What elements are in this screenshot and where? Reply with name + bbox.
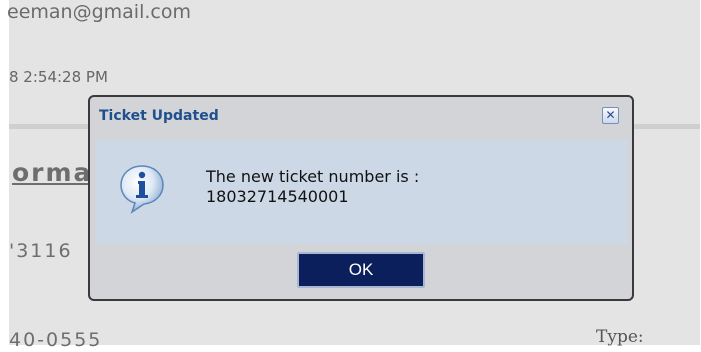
ticket-updated-dialog: Ticket Updated ✕ The new ticket number i… bbox=[88, 95, 634, 301]
contact-email: eeman@gmail.com bbox=[7, 1, 191, 23]
dialog-title: Ticket Updated bbox=[99, 108, 219, 124]
left-margin bbox=[0, 0, 9, 345]
info-icon bbox=[120, 165, 164, 214]
timestamp: 8 2:54:28 PM bbox=[9, 68, 108, 86]
ticket-number: 18032714540001 bbox=[206, 187, 349, 206]
message-text: The new ticket number is : bbox=[206, 167, 420, 186]
phone-number-secondary: 40-0555 bbox=[9, 329, 103, 351]
ok-button[interactable]: OK bbox=[297, 252, 425, 288]
dialog-message: The new ticket number is : 1803271454000… bbox=[206, 167, 419, 207]
dialog-content: The new ticket number is : 1803271454000… bbox=[96, 140, 628, 244]
dialog-title-bar[interactable]: Ticket Updated ✕ bbox=[90, 97, 632, 135]
section-title: orma bbox=[12, 158, 93, 187]
phone-number: '3116 bbox=[9, 240, 73, 262]
close-icon: ✕ bbox=[605, 108, 616, 122]
close-button[interactable]: ✕ bbox=[602, 107, 619, 124]
